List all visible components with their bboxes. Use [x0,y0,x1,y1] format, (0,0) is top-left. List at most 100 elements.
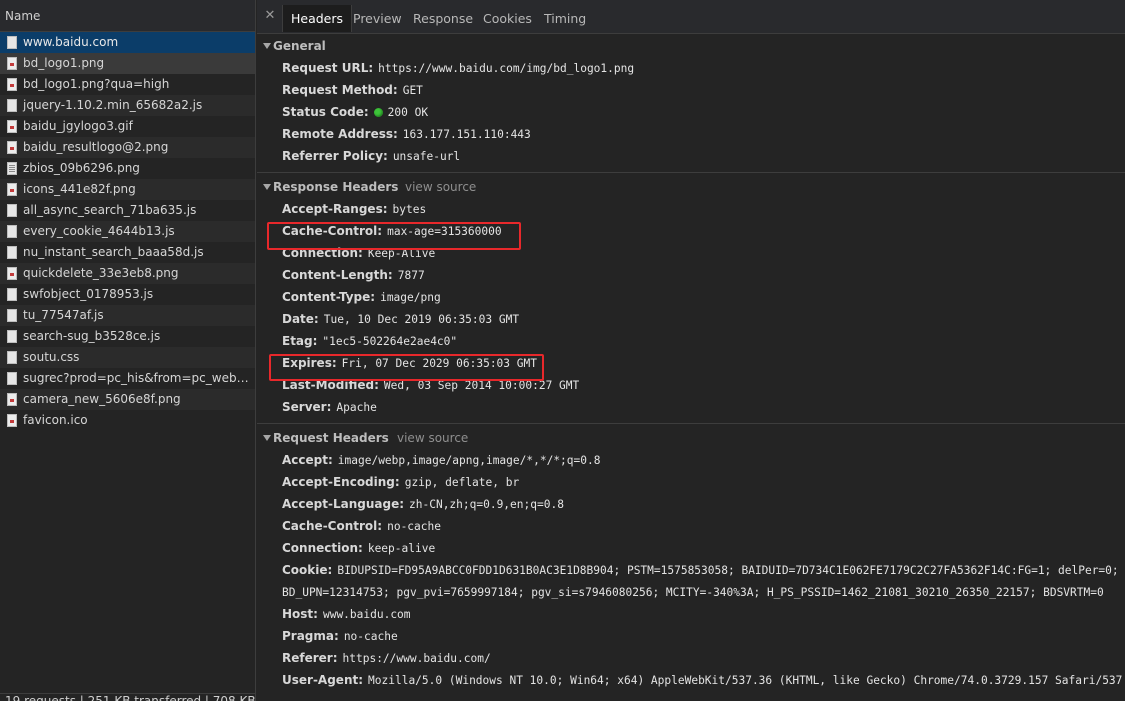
header-value: Tue, 10 Dec 2019 06:35:03 GMT [323,313,520,326]
header-value: Apache [336,401,377,414]
header-value: https://www.baidu.com/ [342,652,491,665]
request-row[interactable]: baidu_resultlogo@2.png [0,137,255,158]
tab-response[interactable]: Response [405,5,481,32]
request-row[interactable]: www.baidu.com [0,32,255,53]
header-value: Mozilla/5.0 (Windows NT 10.0; Win64; x64… [368,674,1125,687]
request-headers-section-toggle[interactable]: Request Headers view source [257,427,1125,449]
request-row[interactable]: camera_new_5606e8f.png [0,389,255,410]
request-name: bd_logo1.png [23,56,105,70]
collapse-triangle-icon [263,184,271,190]
tab-preview[interactable]: Preview [345,5,410,32]
header-row: Date: Tue, 10 Dec 2019 06:35:03 GMT [257,308,1125,330]
request-details-panel: ✕ Headers Preview Response Cookies Timin… [257,0,1125,701]
tab-cookies[interactable]: Cookies [475,5,540,32]
image-file-icon [7,414,17,427]
request-row[interactable]: favicon.ico [0,410,255,431]
request-row[interactable]: sugrec?prod=pc_his&from=pc_web&jso… [0,368,255,389]
close-icon[interactable]: ✕ [264,9,276,23]
header-value: no-cache [387,520,441,533]
header-key: Request Method: [282,83,398,97]
request-row[interactable]: bd_logo1.png [0,53,255,74]
cache-control-highlight-box [267,222,521,250]
response-headers-section-toggle[interactable]: Response Headers view source [257,176,1125,198]
header-value: gzip, deflate, br [404,476,520,489]
header-key: Date: [282,312,319,326]
header-value: image/png [380,291,441,304]
request-name: soutu.css [23,350,80,364]
request-name: jquery-1.10.2.min_65682a2.js [23,98,203,112]
header-value: https://www.baidu.com/img/bd_logo1.png [378,62,635,75]
header-key: Connection: [282,541,363,555]
request-list-panel: Name www.baidu.com bd_logo1.png bd_logo1.p… [0,0,256,701]
request-name: nu_instant_search_baaa58d.js [23,245,204,259]
script-file-icon [7,225,17,238]
request-row[interactable]: all_async_search_71ba635.js [0,200,255,221]
request-list: www.baidu.com bd_logo1.png bd_logo1.png?qu… [0,32,255,431]
header-key: Accept-Encoding: [282,475,400,489]
tab-headers[interactable]: Headers [282,5,353,32]
header-row: Accept: image/webp,image/apng,image/*,*/*… [257,449,1125,471]
image-file-icon [7,393,17,406]
request-row[interactable]: every_cookie_4644b13.js [0,221,255,242]
request-row[interactable]: bd_logo1.png?qua=high [0,74,255,95]
response-view-source-link[interactable]: view source [405,176,476,198]
request-row[interactable]: jquery-1.10.2.min_65682a2.js [0,95,255,116]
request-name: baidu_jgylogo3.gif [23,119,133,133]
request-name: tu_77547af.js [23,308,104,322]
header-key: Accept-Ranges: [282,202,388,216]
header-key: Etag: [282,334,318,348]
name-column-header[interactable]: Name [0,0,255,32]
header-row: Accept-Encoding: gzip, deflate, br [257,471,1125,493]
header-value: 7877 [397,269,425,282]
network-status-bar: 19 requests | 251 KB transferred | 708 K… [0,693,255,701]
request-name: search-sug_b3528ce.js [23,329,161,343]
request-row[interactable]: soutu.css [0,347,255,368]
request-row[interactable]: search-sug_b3528ce.js [0,326,255,347]
request-row[interactable]: icons_441e82f.png [0,179,255,200]
script-file-icon [7,330,17,343]
header-key: Cache-Control: [282,519,383,533]
header-row-continuation: BD_UPN=12314753; pgv_pvi=7659997184; pgv… [257,581,1125,603]
request-name: favicon.ico [23,413,88,427]
header-value: no-cache [343,630,398,643]
header-value: unsafe-url [392,150,461,163]
header-row: Host: www.baidu.com [257,603,1125,625]
request-row[interactable]: baidu_jgylogo3.gif [0,116,255,137]
general-section-title: General [273,39,326,53]
image-file-icon [7,57,17,70]
image-file-icon [7,183,17,196]
image-file-icon [7,78,17,91]
header-row: Cache-Control: no-cache [257,515,1125,537]
header-key: Host: [282,607,318,621]
request-row[interactable]: nu_instant_search_baaa58d.js [0,242,255,263]
collapse-triangle-icon [263,43,271,49]
header-value: bytes [392,203,427,216]
general-section-toggle[interactable]: General [257,35,1125,57]
response-headers-title: Response Headers [273,180,399,194]
header-value: "1ec5-502264e2ae4c0" [322,335,458,348]
script-file-icon [7,288,17,301]
script-file-icon [7,309,17,322]
header-row: Content-Length: 7877 [257,264,1125,286]
header-row: Connection: keep-alive [257,537,1125,559]
request-name: every_cookie_4644b13.js [23,224,175,238]
header-key: Pragma: [282,629,339,643]
request-name: baidu_resultlogo@2.png [23,140,169,154]
header-value: BD_UPN=12314753; pgv_pvi=7659997184; pgv… [282,586,1104,599]
image-file-icon [7,141,17,154]
header-key: User-Agent: [282,673,364,687]
details-tab-bar: ✕ Headers Preview Response Cookies Timin… [257,0,1125,34]
header-key: Content-Type: [282,290,376,304]
header-value: GET [402,84,423,97]
tab-timing[interactable]: Timing [536,5,594,32]
header-key: Accept: [282,453,333,467]
request-row[interactable]: zbios_09b6296.png [0,158,255,179]
header-row: Request URL: https://www.baidu.com/img/bd… [257,57,1125,79]
request-name: zbios_09b6296.png [23,161,140,175]
request-row[interactable]: tu_77547af.js [0,305,255,326]
request-row[interactable]: swfobject_0178953.js [0,284,255,305]
request-name: camera_new_5606e8f.png [23,392,181,406]
request-view-source-link[interactable]: view source [397,427,468,449]
request-row[interactable]: quickdelete_33e3eb8.png [0,263,255,284]
header-key: Accept-Language: [282,497,405,511]
